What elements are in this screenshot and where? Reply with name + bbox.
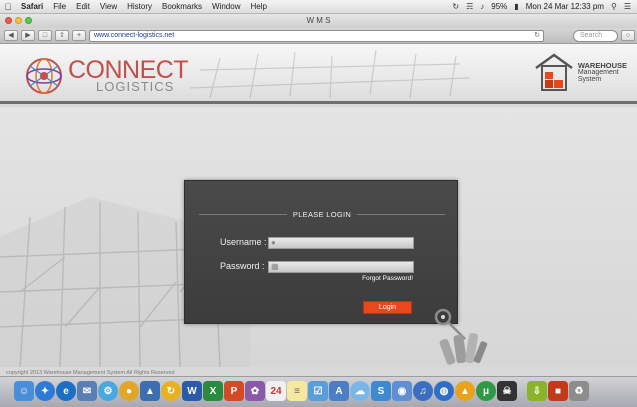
- wms-line-1: WAREHOUSE: [577, 60, 627, 70]
- downloads-icon[interactable]: ⇩: [527, 381, 547, 401]
- login-button[interactable]: Login: [363, 301, 412, 314]
- excel-icon[interactable]: X: [203, 381, 223, 401]
- password-label: Password :: [220, 261, 265, 271]
- utorrent-icon[interactable]: μ: [476, 381, 496, 401]
- password-field[interactable]: ▦: [268, 261, 414, 273]
- calendar-icon[interactable]: 24: [266, 381, 286, 401]
- facetime-icon[interactable]: ◉: [392, 381, 412, 401]
- zoom-window-button[interactable]: [25, 17, 32, 24]
- username-field[interactable]: ●: [268, 237, 414, 249]
- powerpoint-icon[interactable]: P: [224, 381, 244, 401]
- network-icon[interactable]: ◍: [434, 381, 454, 401]
- brand-subtitle: LOGISTICS: [96, 79, 175, 94]
- menu-file[interactable]: File: [48, 2, 71, 11]
- messages-icon[interactable]: ☁: [350, 381, 370, 401]
- reading-list-icon[interactable]: ○: [621, 30, 635, 41]
- sync-icon[interactable]: ↻: [161, 381, 181, 401]
- volume-icon[interactable]: ♪: [480, 2, 484, 11]
- notes-icon[interactable]: ≡: [287, 381, 307, 401]
- address-bar[interactable]: www.connect-logistics.net ↻: [89, 29, 544, 42]
- menu-help[interactable]: Help: [245, 2, 271, 11]
- menu-view[interactable]: View: [95, 2, 122, 11]
- word-icon[interactable]: W: [182, 381, 202, 401]
- menu-safari[interactable]: Safari: [16, 2, 48, 11]
- dock-icons: ☺ ✦ e ✉ ⚙ ● ▲ ↻ W X P ✿ 24 ≡ ☑ A ☁ S ◉ ♫…: [14, 381, 589, 401]
- wms-line-3: System: [577, 75, 602, 83]
- back-button[interactable]: ◀: [4, 30, 18, 41]
- photos-icon[interactable]: ✿: [245, 381, 265, 401]
- globe-logo-icon: [26, 58, 62, 94]
- safari-icon[interactable]: ✦: [35, 381, 55, 401]
- window-controls: [5, 17, 32, 24]
- trash-icon[interactable]: ♻: [569, 381, 589, 401]
- preview-icon[interactable]: ▲: [140, 381, 160, 401]
- reload-icon[interactable]: ↻: [534, 31, 540, 41]
- wms-logo[interactable]: WAREHOUSE Management System: [534, 52, 627, 92]
- chrome-icon[interactable]: ●: [119, 381, 139, 401]
- menu-edit[interactable]: Edit: [71, 2, 95, 11]
- timemachine-icon[interactable]: ↻: [452, 2, 459, 11]
- wms-line-2: Management: [577, 68, 619, 76]
- forward-button[interactable]: ▶: [21, 30, 35, 41]
- heading-rule-right: [357, 214, 445, 215]
- username-label: Username :: [220, 237, 267, 247]
- dock-separator: [518, 381, 526, 401]
- system-prefs-icon[interactable]: ⚙: [98, 381, 118, 401]
- battery-icon[interactable]: ▮: [514, 2, 518, 11]
- sidebar-icon[interactable]: □: [38, 30, 52, 41]
- finder-icon[interactable]: ☺: [14, 381, 34, 401]
- steam-icon[interactable]: ☠: [497, 381, 517, 401]
- skype-icon[interactable]: S: [371, 381, 391, 401]
- menu-bar:  Safari File Edit View History Bookmark…: [0, 0, 637, 14]
- app-store-icon[interactable]: A: [329, 381, 349, 401]
- clock[interactable]: Mon 24 Mar 12:33 pm: [526, 2, 604, 11]
- apple-icon[interactable]: : [0, 2, 16, 12]
- dock: ☺ ✦ e ✉ ⚙ ● ▲ ↻ W X P ✿ 24 ≡ ☑ A ☁ S ◉ ♫…: [0, 376, 637, 407]
- documents-icon[interactable]: ■: [548, 381, 568, 401]
- menu-history[interactable]: History: [122, 2, 157, 11]
- forgot-password-link[interactable]: Forgot Password!: [362, 275, 413, 282]
- browser-toolbar: ◀ ▶ □ ⇧ + www.connect-logistics.net ↻ Se…: [0, 28, 637, 44]
- login-panel: PLEASE LOGIN Username : ● Password : ▦ F…: [184, 180, 458, 324]
- notification-center-icon[interactable]: ☰: [624, 2, 631, 11]
- building-sketch-decoration: [189, 49, 471, 99]
- itunes-icon[interactable]: ♫: [413, 381, 433, 401]
- menu-window[interactable]: Window: [207, 2, 245, 11]
- add-bookmark-button[interactable]: +: [72, 30, 86, 41]
- connect-logistics-logo[interactable]: CONNECT LOGISTICS: [22, 54, 189, 98]
- status-area: ↻ ☴ ♪ 95% ▮ Mon 24 Mar 12:33 pm ⚲ ☰: [452, 2, 637, 11]
- brand-name: CONNECT: [68, 56, 189, 84]
- url-text: www.connect-logistics.net: [94, 31, 175, 39]
- share-icon[interactable]: ⇧: [55, 30, 69, 41]
- keys-icon: [434, 308, 488, 365]
- mail-icon[interactable]: ✉: [77, 381, 97, 401]
- ie-icon[interactable]: e: [56, 381, 76, 401]
- vlc-icon[interactable]: ▲: [455, 381, 475, 401]
- warehouse-logo-icon: [535, 53, 573, 91]
- wifi-icon[interactable]: ☴: [466, 2, 473, 11]
- minimize-window-button[interactable]: [15, 17, 22, 24]
- user-icon: ●: [271, 238, 276, 247]
- window-title: W M S: [306, 16, 331, 25]
- battery-percent[interactable]: 95%: [491, 2, 507, 11]
- spotlight-icon[interactable]: ⚲: [611, 2, 617, 11]
- search-input[interactable]: Search: [573, 29, 618, 42]
- lock-icon: ▦: [271, 262, 279, 271]
- site-header: CONNECT LOGISTICS WAREHOUSE Management S…: [0, 44, 637, 104]
- menu-bookmarks[interactable]: Bookmarks: [157, 2, 207, 11]
- reminders-icon[interactable]: ☑: [308, 381, 328, 401]
- window-titlebar: W M S: [0, 14, 637, 28]
- close-window-button[interactable]: [5, 17, 12, 24]
